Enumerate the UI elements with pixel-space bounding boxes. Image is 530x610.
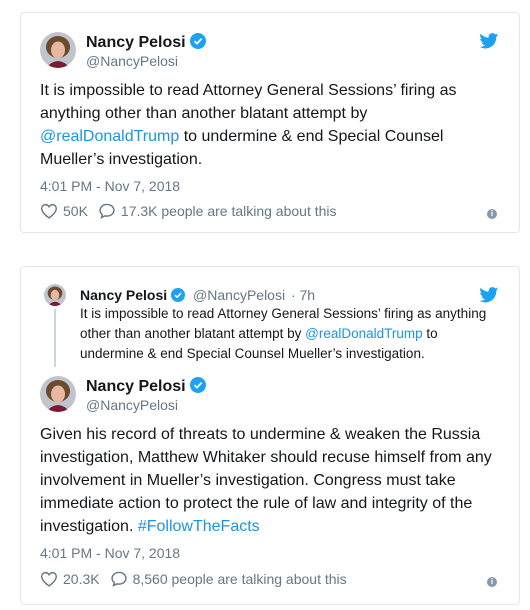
tweet-card: Nancy Pelosi @NancyPelosi · 7h It is imp… [20, 266, 520, 605]
speech-bubble-icon [99, 203, 115, 219]
tweet-text-part: Given his record of threats to undermine… [40, 426, 492, 535]
author-name-text[interactable]: Nancy Pelosi [86, 34, 186, 51]
like-count: 20.3K [63, 571, 100, 587]
quoted-author-name[interactable]: Nancy Pelosi [80, 287, 167, 303]
heart-icon [40, 571, 58, 587]
avatar[interactable] [40, 32, 76, 68]
twitter-bird-icon[interactable] [479, 33, 499, 54]
author-name[interactable]: Nancy Pelosi [86, 377, 206, 398]
tweet-card: Nancy Pelosi @NancyPelosi It is impossib… [20, 12, 520, 233]
tweet-text: It is impossible to read Attorney Genera… [40, 79, 502, 171]
tweet-actions: 50K 17.3K people are talking about this [40, 203, 337, 219]
quoted-author[interactable]: Nancy Pelosi @NancyPelosi · 7h [80, 287, 315, 305]
verified-badge-icon [189, 33, 206, 54]
author-handle[interactable]: @NancyPelosi [86, 397, 178, 413]
quoted-tweet-text: It is impossible to read Attorney Genera… [80, 304, 500, 364]
author-name-text[interactable]: Nancy Pelosi [86, 378, 186, 395]
quoted-handle[interactable]: @NancyPelosi [193, 287, 285, 303]
talking-link[interactable]: 8,560 people are talking about this [110, 571, 347, 587]
talking-text: 8,560 people are talking about this [132, 571, 347, 587]
like-button[interactable]: 20.3K [40, 571, 100, 587]
info-icon[interactable]: i [487, 209, 497, 219]
avatar[interactable] [40, 376, 76, 412]
thread-line [54, 309, 56, 367]
timestamp[interactable]: 4:01 PM - Nov 7, 2018 [40, 178, 180, 194]
tweet-text-part: It is impossible to read Attorney Genera… [40, 82, 457, 122]
mention-link[interactable]: @realDonaldTrump [40, 128, 179, 145]
verified-badge-icon [171, 288, 186, 305]
author-name[interactable]: Nancy Pelosi [86, 33, 206, 54]
timestamp[interactable]: 4:01 PM - Nov 7, 2018 [40, 545, 180, 561]
tweet-text: Given his record of threats to undermine… [40, 423, 502, 538]
like-button[interactable]: 50K [40, 203, 88, 219]
hashtag-link[interactable]: #FollowTheFacts [138, 518, 260, 535]
avatar[interactable] [44, 284, 66, 306]
author-handle[interactable]: @NancyPelosi [86, 53, 178, 69]
like-count: 50K [63, 203, 88, 219]
heart-icon [40, 203, 58, 219]
tweet-actions: 20.3K 8,560 people are talking about thi… [40, 571, 347, 587]
talking-link[interactable]: 17.3K people are talking about this [98, 203, 337, 219]
mention-link[interactable]: @realDonaldTrump [305, 326, 423, 341]
speech-bubble-icon [110, 571, 127, 587]
verified-badge-icon [189, 377, 206, 398]
talking-text: 17.3K people are talking about this [120, 203, 337, 219]
info-icon[interactable]: i [487, 577, 497, 587]
quoted-time[interactable]: · 7h [291, 287, 315, 303]
